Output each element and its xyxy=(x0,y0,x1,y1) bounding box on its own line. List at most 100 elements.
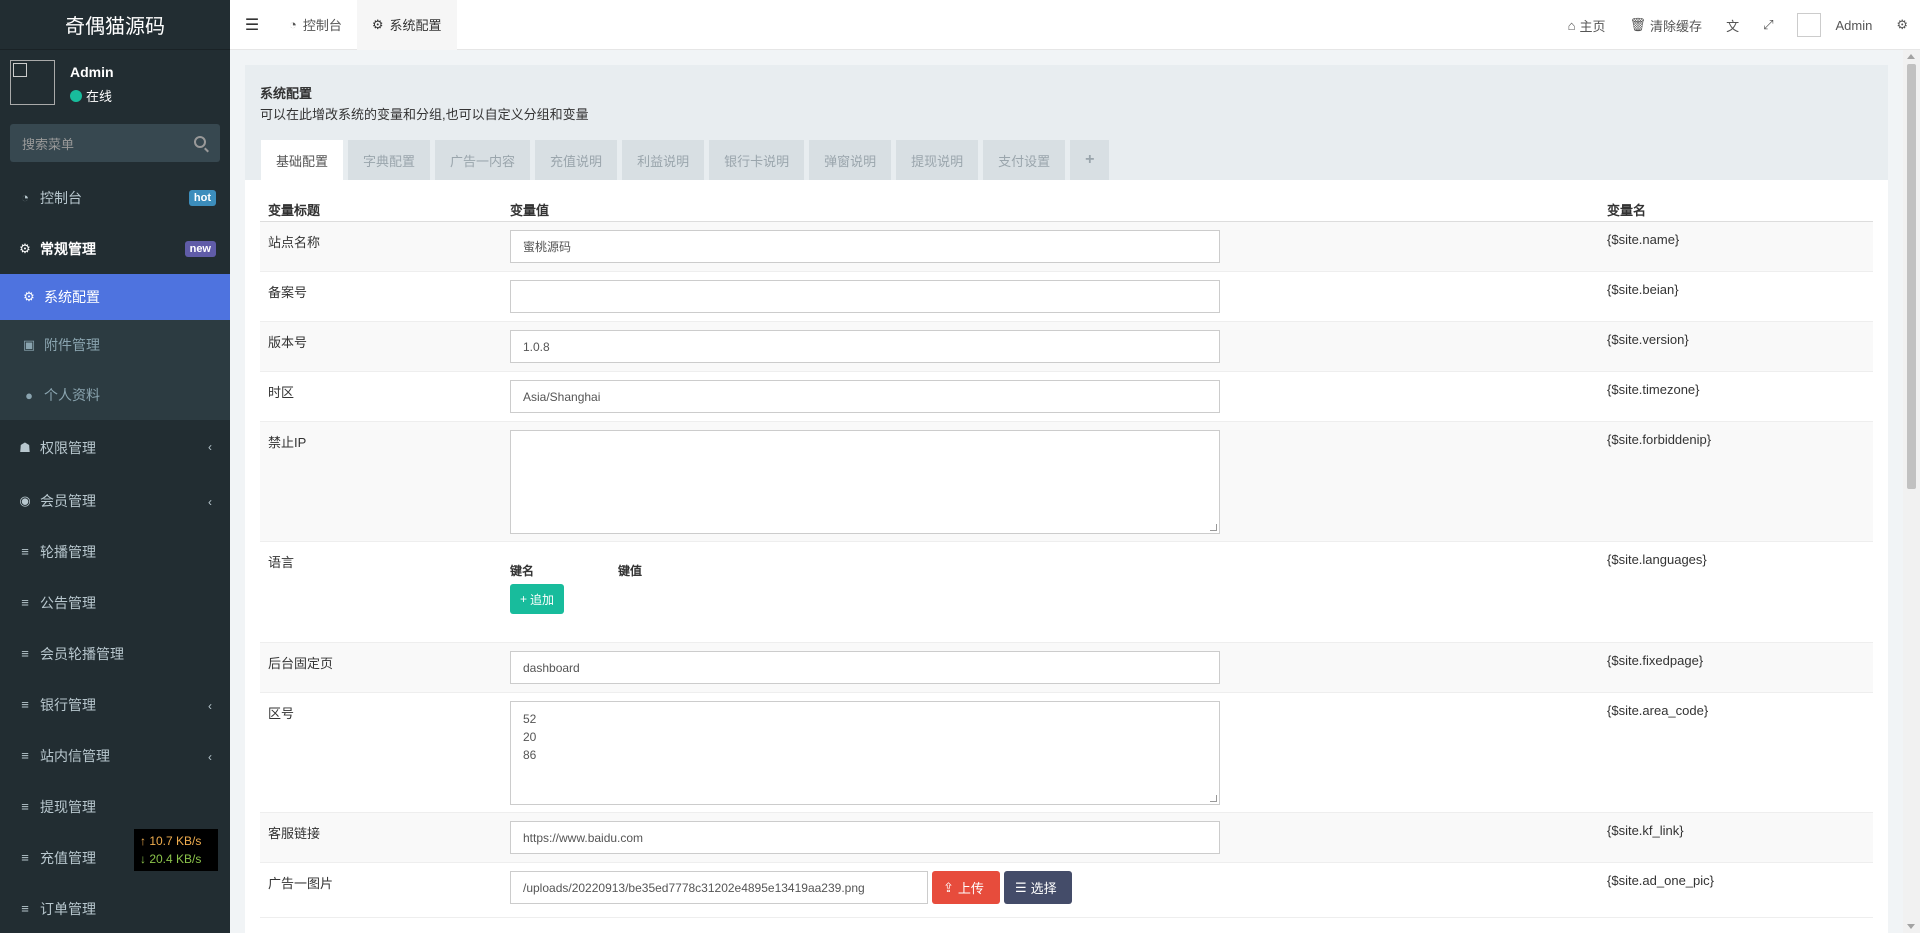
column-header-value: 变量值 xyxy=(510,203,550,218)
table-row: 语言 键名 键值 + 追加 {$site.languages} xyxy=(260,542,1873,643)
select-button[interactable]: ☰ 选择 xyxy=(1004,871,1072,904)
key-value-label: 键值 xyxy=(618,564,643,578)
sidebar-item-label: 个人资料 xyxy=(44,387,100,403)
user-circle-icon: ◉ xyxy=(19,492,31,508)
list-icon: ≡ xyxy=(21,901,29,916)
cogs-icon: ⚙ xyxy=(19,240,31,256)
sidebar-item-label: 权限管理 xyxy=(40,439,96,456)
tab-recharge-info[interactable]: 充值说明 xyxy=(535,140,618,180)
sidebar-item-messages[interactable]: ≡ 站内信管理 ‹ xyxy=(0,730,230,781)
sidebar-toggle-icon[interactable]: ☰ xyxy=(230,0,274,50)
online-dot-icon xyxy=(70,89,82,102)
language-icon[interactable]: 文 xyxy=(1714,0,1751,50)
chevron-left-icon: ‹ xyxy=(208,699,212,713)
admin-menu[interactable]: Admin xyxy=(1785,0,1884,50)
tab-payment-settings[interactable]: 支付设置 xyxy=(983,140,1066,180)
table-header: 变量标题 变量值 变量名 xyxy=(260,192,1873,222)
settings-icon[interactable]: ⚙ xyxy=(1884,0,1920,50)
sidebar-item-attachments[interactable]: ▣ 附件管理 xyxy=(0,320,230,370)
sidebar-item-notices[interactable]: ≡ 公告管理 xyxy=(0,577,230,628)
user-status: 在线 xyxy=(70,86,112,105)
add-tab-button[interactable]: + xyxy=(1070,140,1110,180)
row-title: 客服链接 xyxy=(268,826,321,841)
sidebar-item-label: 站内信管理 xyxy=(40,747,110,764)
row-variable-name: {$site.name} xyxy=(1607,232,1680,247)
sidebar-item-dashboard[interactable]: ◔ 控制台 hot xyxy=(0,172,230,223)
tab-system-config[interactable]: ⚙ 系统配置 xyxy=(356,0,457,50)
table-row: 禁止IP {$site.forbiddenip} xyxy=(260,422,1873,542)
tab-basic-config[interactable]: 基础配置 xyxy=(261,140,344,180)
sidebar-item-label: 会员管理 xyxy=(40,492,96,509)
table-row: 区号 52 20 86 {$site.area_code} xyxy=(260,693,1873,813)
sidebar-item-profile[interactable]: ● 个人资料 xyxy=(0,370,230,420)
tab-ad-content[interactable]: 广告一内容 xyxy=(435,140,531,180)
sidebar-item-label: 系统配置 xyxy=(44,289,100,305)
download-speed: ↓ 20.4 KB/s xyxy=(140,852,202,866)
home-button[interactable]: ⌂ 主页 xyxy=(1556,0,1618,50)
row-title: 禁止IP xyxy=(268,435,307,450)
clear-cache-button[interactable]: 🗑 清除缓存 xyxy=(1618,0,1715,50)
file-image-icon: ▣ xyxy=(22,337,36,352)
upload-button[interactable]: ⇪ 上传 xyxy=(932,871,1000,904)
chevron-left-icon: ‹ xyxy=(208,495,212,509)
table-row: 版本号 1.0.8 {$site.version} xyxy=(260,322,1873,372)
row-variable-name: {$site.fixedpage} xyxy=(1607,653,1704,668)
sidebar-item-system-config[interactable]: ⚙ 系统配置 xyxy=(0,274,230,320)
table-row: 备案号 {$site.beian} xyxy=(260,272,1873,322)
header-actions: ⌂ 主页 🗑 清除缓存 文 ⤢ Admin ⚙ xyxy=(1556,0,1920,50)
tab-dictionary-config[interactable]: 字典配置 xyxy=(348,140,431,180)
tab-label: 系统配置 xyxy=(389,18,442,33)
table-row: 站点名称 蜜桃源码 {$site.name} xyxy=(260,222,1873,272)
append-button[interactable]: + 追加 xyxy=(510,584,565,614)
content-panel: 系统配置 可以在此增改系统的变量和分组,也可以自定义分组和变量 基础配置 字典配… xyxy=(245,65,1888,933)
page-title: 系统配置 xyxy=(260,86,313,101)
user-panel: Admin 在线 xyxy=(0,50,230,110)
sidebar-item-permissions[interactable]: ☗ 权限管理 ‹ xyxy=(0,420,230,475)
version-input[interactable]: 1.0.8 xyxy=(510,330,1220,363)
fullscreen-icon[interactable]: ⤢ xyxy=(1751,0,1785,50)
search-menu-input[interactable]: 搜索菜单 xyxy=(10,124,220,162)
scrollbar-thumb[interactable] xyxy=(1907,64,1916,489)
upload-label: 上传 xyxy=(957,881,984,896)
list-icon: ≡ xyxy=(21,646,29,661)
tab-bank-card-info[interactable]: 银行卡说明 xyxy=(709,140,805,180)
row-variable-name: {$site.area_code} xyxy=(1607,703,1709,718)
page-scrollbar[interactable] xyxy=(1903,50,1920,933)
forbidden-ip-textarea[interactable] xyxy=(510,430,1220,534)
app-logo[interactable]: 奇偶猫源码 xyxy=(0,0,230,50)
sidebar-item-member-carousel[interactable]: ≡ 会员轮播管理 xyxy=(0,628,230,679)
area-code-textarea[interactable]: 52 20 86 xyxy=(510,701,1220,805)
tab-withdraw-info[interactable]: 提现说明 xyxy=(896,140,979,180)
fixed-page-input[interactable]: dashboard xyxy=(510,651,1220,684)
sidebar-item-label: 充值管理 xyxy=(40,849,96,866)
beian-input[interactable] xyxy=(510,280,1220,313)
table-row: 时区 Asia/Shanghai {$site.timezone} xyxy=(260,372,1873,422)
timezone-input[interactable]: Asia/Shanghai xyxy=(510,380,1220,413)
list-icon: ☰ xyxy=(1015,879,1027,895)
sidebar-item-general[interactable]: ⚙ 常规管理 new xyxy=(0,223,230,274)
dashboard-icon: ◔ xyxy=(21,190,29,205)
row-variable-name: {$site.kf_link} xyxy=(1607,823,1684,838)
list-icon: ≡ xyxy=(21,544,29,559)
sidebar-item-members[interactable]: ◉ 会员管理 ‹ xyxy=(0,475,230,526)
site-name-input[interactable]: 蜜桃源码 xyxy=(510,230,1220,263)
ad-image-path-input[interactable]: /uploads/20220913/be35ed7778c31202e4895e… xyxy=(510,871,928,904)
tab-dashboard[interactable]: ◔ 控制台 xyxy=(274,0,357,50)
row-variable-name: {$site.languages} xyxy=(1607,552,1707,567)
sidebar-item-orders[interactable]: ≡ 订单管理 xyxy=(0,883,230,933)
sidebar-item-withdrawals[interactable]: ≡ 提现管理 xyxy=(0,781,230,832)
tab-profit-info[interactable]: 利益说明 xyxy=(622,140,705,180)
tab-popup-info[interactable]: 弹窗说明 xyxy=(809,140,892,180)
sidebar: 奇偶猫源码 Admin 在线 搜索菜单 ◔ 控制台 hot ⚙ 常规管理 new… xyxy=(0,0,230,933)
scroll-up-icon[interactable] xyxy=(1907,54,1915,59)
sidebar-item-label: 会员轮播管理 xyxy=(40,645,124,662)
customer-service-link-input[interactable]: https://www.baidu.com xyxy=(510,821,1220,854)
sidebar-item-carousel[interactable]: ≡ 轮播管理 xyxy=(0,526,230,577)
config-tabs: 基础配置 字典配置 广告一内容 充值说明 利益说明 银行卡说明 弹窗说明 提现说… xyxy=(261,140,1110,180)
scroll-down-icon[interactable] xyxy=(1907,924,1915,929)
sidebar-item-banks[interactable]: ≡ 银行管理 ‹ xyxy=(0,679,230,730)
chevron-left-icon: ‹ xyxy=(208,440,212,454)
row-variable-name: {$site.beian} xyxy=(1607,282,1679,297)
search-icon[interactable] xyxy=(194,136,206,148)
list-icon: ≡ xyxy=(21,595,29,610)
